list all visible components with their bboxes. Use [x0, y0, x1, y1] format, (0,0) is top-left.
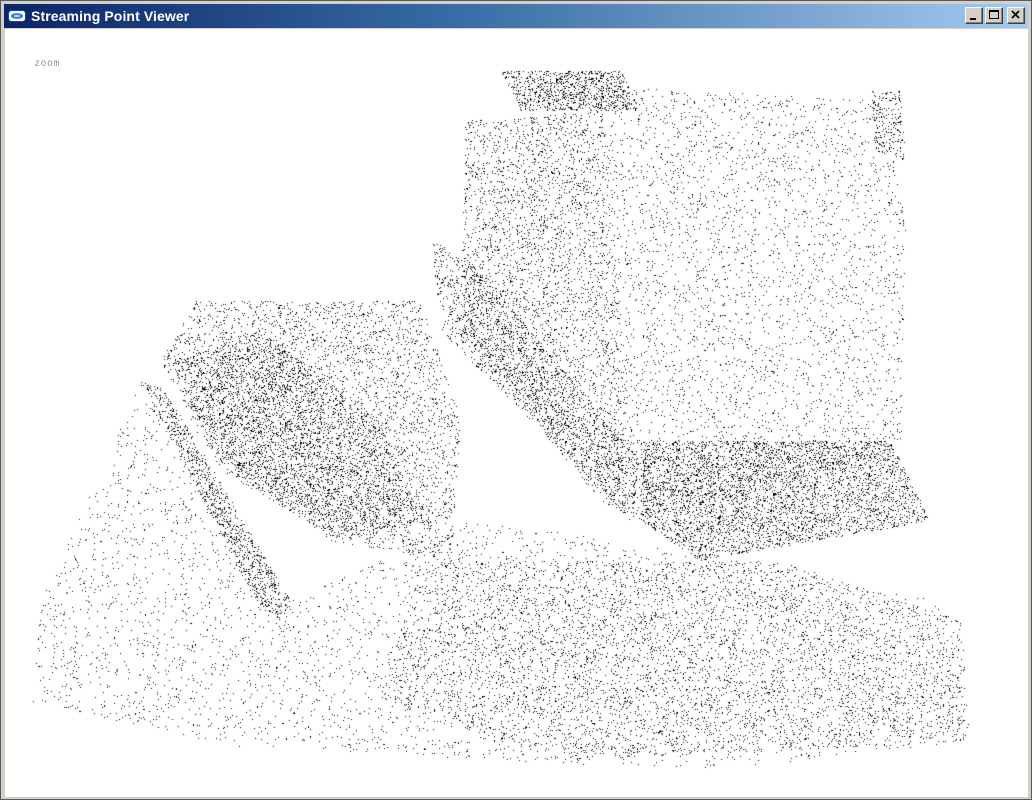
maximize-button[interactable] [985, 7, 1003, 24]
maximize-icon [989, 10, 999, 19]
point-cloud-viewport[interactable]: zoom [5, 29, 1028, 797]
minimize-button[interactable] [965, 7, 983, 24]
close-button[interactable] [1007, 7, 1025, 24]
interaction-mode-label: zoom [34, 58, 61, 69]
title-bar[interactable]: Streaming Point Viewer [4, 4, 1028, 28]
viewer-app-icon [8, 10, 26, 22]
close-icon [1011, 10, 1020, 19]
window-controls [965, 7, 1025, 24]
point-cloud-render[interactable] [5, 29, 1028, 797]
window-title: Streaming Point Viewer [31, 8, 190, 24]
app-window: Streaming Point Viewer zoom [0, 0, 1032, 800]
minimize-icon [970, 18, 976, 20]
